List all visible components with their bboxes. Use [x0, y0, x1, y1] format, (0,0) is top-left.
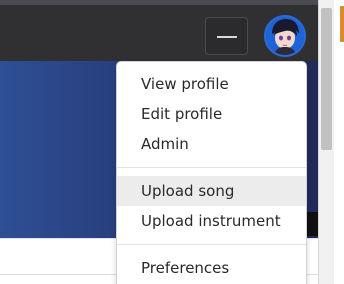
- user-avatar-icon: [266, 17, 304, 55]
- menu-item-view-profile[interactable]: View profile: [117, 69, 306, 99]
- menu-divider: [117, 167, 306, 168]
- user-dropdown-menu: View profile Edit profile Admin Upload s…: [116, 61, 307, 284]
- menu-divider: [117, 244, 306, 245]
- page-scrollbar[interactable]: [318, 0, 334, 284]
- menu-item-upload-instrument[interactable]: Upload instrument: [117, 206, 306, 236]
- adjacent-window-accent: [340, 6, 344, 42]
- menu-item-preferences[interactable]: Preferences: [117, 253, 306, 283]
- scrollbar-thumb[interactable]: [321, 8, 332, 150]
- menu-toggle-button[interactable]: [205, 17, 248, 55]
- adjacent-window-edge: [334, 0, 344, 284]
- menu-item-upload-song[interactable]: Upload song: [117, 176, 306, 206]
- menu-item-admin[interactable]: Admin: [117, 129, 306, 159]
- hamburger-icon: [217, 36, 237, 38]
- menu-item-edit-profile[interactable]: Edit profile: [117, 99, 306, 129]
- avatar[interactable]: [264, 15, 306, 57]
